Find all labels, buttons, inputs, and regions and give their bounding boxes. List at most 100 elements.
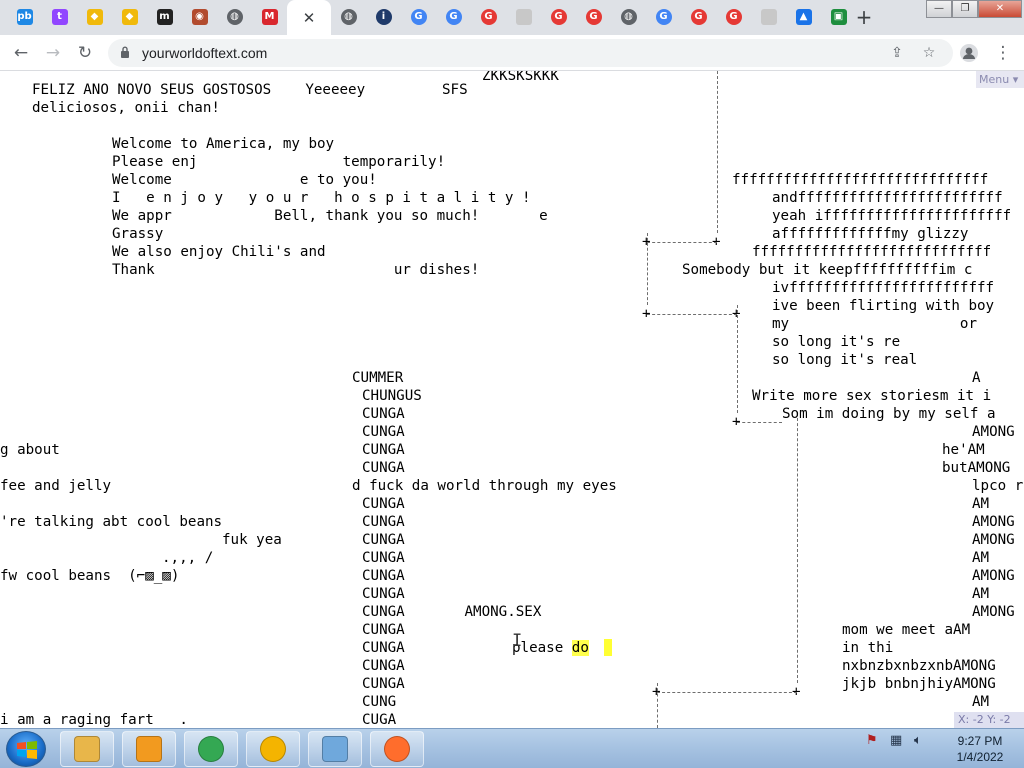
typed-text: please do — [512, 639, 589, 657]
world-menu-button[interactable]: Menu ▾ — [976, 71, 1024, 88]
world-text-line: ffffffffffffffffffffffffffff — [752, 244, 992, 260]
chrome-icon — [198, 736, 224, 762]
globe-icon: ◍ — [226, 9, 243, 25]
world-text-line: mom we meet aAM — [842, 622, 971, 638]
world-text-line: Thank ur dishes! — [112, 262, 480, 278]
world-text-line: g about — [0, 442, 60, 458]
taskbar-app-button[interactable] — [308, 731, 362, 767]
ascii-box-border — [737, 305, 738, 413]
start-button[interactable] — [6, 731, 46, 767]
browser-tab[interactable]: ◍ — [333, 3, 364, 31]
m-icon: m — [156, 9, 173, 25]
taskbar-app-button[interactable] — [60, 731, 114, 767]
world-text-line: CUNGA — [362, 658, 405, 674]
ibeam-cursor-icon: I — [512, 631, 523, 651]
world-text-line: AM — [972, 550, 990, 566]
world-text-line: Write more sex storiesm it i — [752, 388, 992, 404]
text-world-canvas[interactable]: + + + + + + + i am a raging fart . fw cool beans… — [0, 71, 1024, 728]
red-g-icon: G — [585, 9, 602, 25]
world-text-line: We appr Bell, thank you so much! e — [112, 208, 548, 224]
gray-square-icon — [515, 9, 532, 25]
back-button[interactable]: ← — [8, 40, 34, 66]
world-text-line: my or — [772, 316, 977, 332]
ascii-box-border — [647, 242, 717, 243]
browser-tab[interactable]: G — [473, 3, 504, 31]
browser-tab[interactable]: M — [254, 3, 285, 31]
world-text-line: CUNGA — [362, 676, 405, 692]
world-text-line: fw cool beans (⌐▨_▨) — [0, 568, 180, 584]
action-center-flag-icon[interactable]: ⚑ — [866, 733, 878, 748]
world-text-line: CUNGA — [362, 622, 405, 638]
world-text-line: CUNGA — [362, 496, 405, 512]
taskbar-app-button[interactable] — [122, 731, 176, 767]
world-text-line: afffffffffffffmy glizzy — [772, 226, 969, 242]
pb-icon: pb — [16, 9, 33, 25]
browser-tab[interactable]: ◆ — [114, 3, 145, 31]
close-tab-icon[interactable]: ✕ — [303, 9, 316, 27]
share-icon[interactable]: ⇪ — [888, 44, 906, 62]
browser-tab[interactable]: ◉ — [184, 3, 215, 31]
notepad-icon — [322, 736, 348, 762]
world-text-line: lpco r — [972, 478, 1024, 494]
world-text-line: CUMMER — [352, 370, 404, 386]
reload-button[interactable]: ↻ — [72, 40, 98, 66]
browser-tab[interactable]: ◍ — [613, 3, 644, 31]
chrome-menu-button[interactable]: ⋮ — [990, 40, 1016, 66]
browser-tab[interactable]: t — [44, 3, 75, 31]
browser-tab[interactable]: i — [368, 3, 399, 31]
browser-tab[interactable]: ▣ — [823, 3, 854, 31]
profile-avatar[interactable] — [956, 40, 982, 66]
new-tab-button[interactable]: + — [852, 5, 876, 29]
taskbar-app-button[interactable] — [184, 731, 238, 767]
profile-icon — [960, 44, 978, 62]
browser-tab[interactable]: G — [438, 3, 469, 31]
bookmark-star-icon[interactable]: ☆ — [920, 44, 938, 62]
world-text-line: AMONG — [972, 532, 1015, 548]
browser-tab[interactable]: pb — [9, 3, 40, 31]
world-text-line: CUNGA — [362, 442, 405, 458]
browser-tab[interactable]: G — [683, 3, 714, 31]
world-text-line: AMONG — [972, 568, 1015, 584]
browser-tab[interactable]: G — [718, 3, 749, 31]
network-icon[interactable]: ▦ — [890, 733, 902, 748]
ascii-box-border — [717, 71, 718, 233]
red-g-icon: G — [550, 9, 567, 25]
circle-i-icon: i — [375, 9, 392, 25]
active-tab[interactable]: ✕ — [287, 0, 331, 35]
world-text-line: CUGA — [362, 712, 397, 728]
volume-icon[interactable]: 🔈︎ — [914, 733, 922, 748]
browser-tab[interactable]: G — [403, 3, 434, 31]
ascii-box-border — [797, 413, 798, 683]
world-text-line: CUNG — [362, 694, 397, 710]
world-text-line: nxbnzbxnbzxnbAMONG — [842, 658, 996, 674]
world-text-line: Welcome e to you! — [112, 172, 377, 188]
taskbar-app-button[interactable] — [370, 731, 424, 767]
minimize-button[interactable]: — — [926, 0, 952, 18]
close-window-button[interactable]: ✕ — [978, 0, 1022, 18]
world-text-line: AMONG — [972, 424, 1015, 440]
browser-tab[interactable]: ◍ — [219, 3, 250, 31]
forward-button[interactable]: → — [40, 40, 66, 66]
browser-tab[interactable]: G — [543, 3, 574, 31]
globe-icon: ◍ — [340, 9, 357, 25]
key-app-icon — [260, 736, 286, 762]
browser-tab[interactable]: ▲ — [788, 3, 819, 31]
red-g-icon: G — [690, 9, 707, 25]
browser-tab[interactable] — [508, 3, 539, 31]
browser-tab[interactable]: m — [149, 3, 180, 31]
world-text-line: Somebody but it keepffffffffffim c — [682, 262, 973, 278]
world-text-line: he'AM — [942, 442, 985, 458]
system-clock[interactable]: 9:27 PM 1/4/2022 — [940, 733, 1020, 765]
google-icon: G — [410, 9, 427, 25]
gray-square-icon — [760, 9, 777, 25]
browser-tab[interactable] — [753, 3, 784, 31]
browser-tab[interactable]: G — [648, 3, 679, 31]
maximize-button[interactable]: ❐ — [952, 0, 978, 18]
world-text-line: I e n j o y y o u r h o s p i t a l i t … — [112, 190, 531, 206]
twitch-icon: t — [51, 9, 68, 25]
windows-taskbar: ⚑ ▦ 🔈︎ 9:27 PM 1/4/2022 — [0, 728, 1024, 768]
browser-tab[interactable]: G — [578, 3, 609, 31]
browser-tab[interactable]: ◆ — [79, 3, 110, 31]
taskbar-app-button[interactable] — [246, 731, 300, 767]
address-bar[interactable]: yourworldoftext.com ⇪ ☆ — [108, 39, 953, 67]
